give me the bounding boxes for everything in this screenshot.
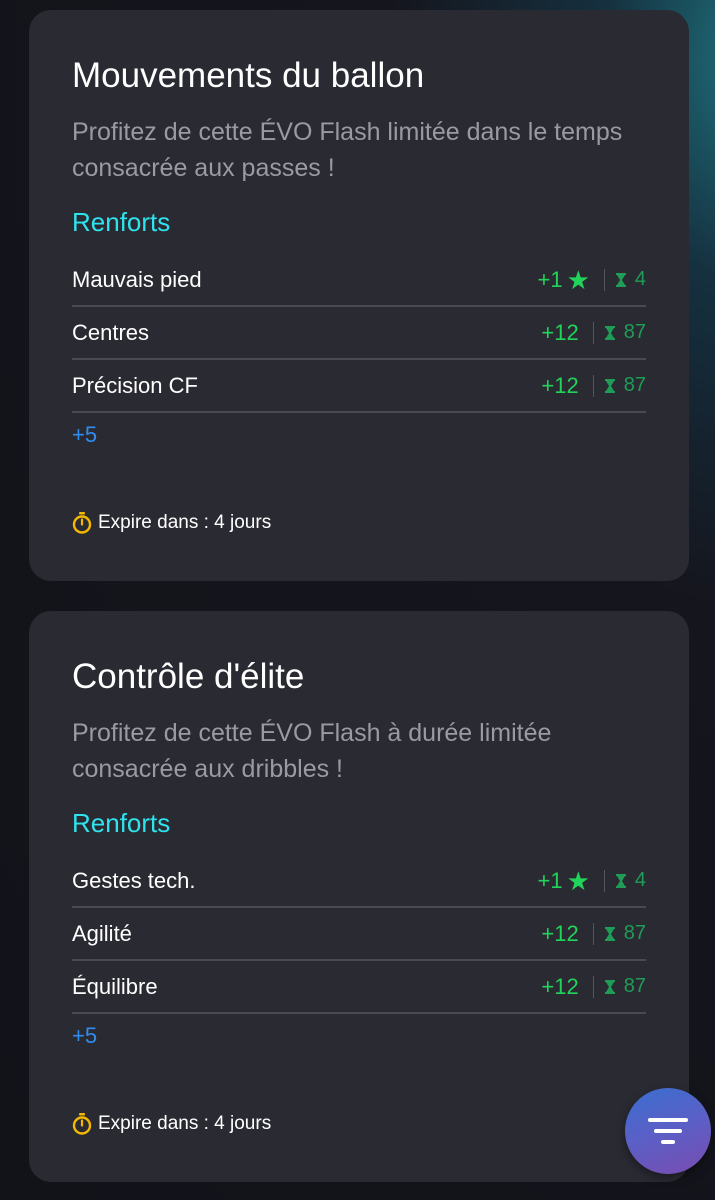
- star-icon: ★: [566, 264, 590, 295]
- stat-name: Agilité: [72, 920, 132, 946]
- stat-max-value: 4: [634, 869, 646, 891]
- boosts-section-title: Renforts: [72, 808, 171, 838]
- hourglass-icon: [604, 378, 615, 393]
- stat-row: Centres +12 87: [72, 307, 646, 360]
- card-description: Profitez de cette ÉVO Flash limitée dans…: [72, 118, 623, 182]
- stat-row: Précision CF +12 87: [72, 360, 646, 413]
- expire-info: Expire dans : 4 jours: [72, 512, 271, 534]
- hourglass-icon: [615, 873, 626, 888]
- more-boosts-link[interactable]: +5: [72, 422, 97, 448]
- stat-max-value: 87: [623, 922, 646, 944]
- divider: [603, 268, 605, 291]
- stat-max-value: 87: [623, 321, 646, 343]
- stat-boost: +12: [541, 973, 579, 999]
- stat-max-value: 87: [623, 374, 646, 396]
- hourglass-icon: [604, 979, 615, 994]
- filter-button[interactable]: [625, 1088, 711, 1174]
- boost-list: Mauvais pied +1 ★ 4 Centres +12 87 Préci…: [72, 254, 646, 413]
- stat-name: Précision CF: [72, 372, 198, 398]
- card-title: Contrôle d'élite: [72, 657, 305, 696]
- stat-name: Équilibre: [72, 973, 158, 999]
- stopwatch-icon: [72, 1113, 92, 1135]
- hourglass-icon: [604, 325, 615, 340]
- divider: [603, 869, 605, 892]
- stat-max-value: 87: [623, 975, 646, 997]
- divider: [592, 922, 594, 945]
- stopwatch-icon: [72, 512, 92, 534]
- evo-card-elite-control[interactable]: Contrôle d'élite Profitez de cette ÉVO F…: [29, 611, 689, 1182]
- hourglass-icon: [615, 272, 626, 287]
- hourglass-icon: [604, 926, 615, 941]
- stat-boost: +12: [541, 920, 579, 946]
- stat-row: Équilibre +12 87: [72, 961, 646, 1014]
- stat-max-value: 4: [634, 268, 646, 290]
- divider: [592, 975, 594, 998]
- evo-card-ball-movement[interactable]: Mouvements du ballon Profitez de cette É…: [29, 10, 689, 581]
- more-boosts-link[interactable]: +5: [72, 1023, 97, 1049]
- stat-name: Centres: [72, 319, 150, 345]
- stat-row: Gestes tech. +1 ★ 4: [72, 855, 646, 908]
- stat-boost: +1: [537, 867, 563, 893]
- boosts-section-title: Renforts: [72, 207, 171, 237]
- divider: [592, 321, 594, 344]
- stat-row: Mauvais pied +1 ★ 4: [72, 254, 646, 307]
- stat-row: Agilité +12 87: [72, 908, 646, 961]
- stat-boost: +12: [541, 372, 579, 398]
- boost-list: Gestes tech. +1 ★ 4 Agilité +12 87 Équil…: [72, 855, 646, 1014]
- expire-text: Expire dans : 4 jours: [98, 512, 272, 533]
- stat-name: Gestes tech.: [72, 867, 196, 893]
- star-icon: ★: [566, 865, 590, 896]
- card-description: Profitez de cette ÉVO Flash à durée limi…: [72, 719, 552, 783]
- stat-boost: +1: [537, 266, 563, 292]
- stat-boost: +12: [541, 319, 579, 345]
- stat-name: Mauvais pied: [72, 266, 202, 292]
- expire-info: Expire dans : 4 jours: [72, 1113, 271, 1135]
- expire-text: Expire dans : 4 jours: [98, 1113, 272, 1134]
- divider: [592, 374, 594, 397]
- card-title: Mouvements du ballon: [72, 56, 425, 95]
- filter-icon: [648, 1118, 688, 1144]
